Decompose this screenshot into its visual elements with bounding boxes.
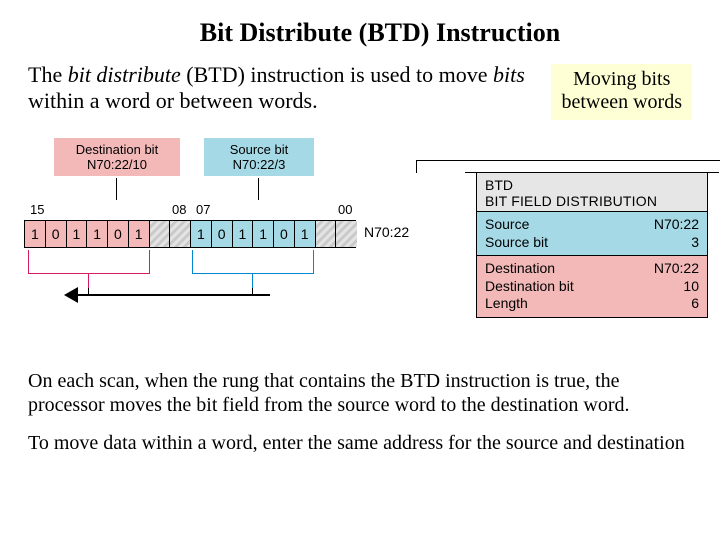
bracket-stem-src bbox=[252, 274, 253, 288]
intro-mid: (BTD) instruction is used to move bbox=[181, 62, 493, 87]
source-tag-label: Source bit bbox=[210, 142, 308, 157]
top-row: The bit distribute (BTD) instruction is … bbox=[28, 62, 692, 120]
scale-07: 07 bbox=[196, 202, 210, 217]
bit-12: 1 bbox=[87, 221, 108, 247]
bit-06: 0 bbox=[212, 221, 233, 247]
instruction-header: BTD BIT FIELD DISTRIBUTION bbox=[477, 173, 707, 211]
ladder-rung bbox=[416, 160, 720, 161]
caption-line1: Moving bits bbox=[561, 68, 682, 91]
param-source-label: Source bbox=[485, 216, 529, 234]
caption-line2: between words bbox=[561, 91, 682, 114]
bracket-dest bbox=[28, 250, 150, 274]
param-destination-label: Destination bbox=[485, 260, 555, 278]
bracket-stem-dest bbox=[88, 274, 89, 288]
param-destination: Destination N70:22 bbox=[485, 260, 699, 278]
bit-scale: 15 08 07 00 bbox=[24, 202, 384, 218]
param-source-value: N70:22 bbox=[654, 216, 699, 234]
move-arrow-head-icon bbox=[64, 287, 78, 303]
param-length-label: Length bbox=[485, 295, 528, 313]
bit-11: 0 bbox=[108, 221, 129, 247]
instr-dest-section: Destination N70:22 Destination bit 10 Le… bbox=[477, 255, 707, 317]
intro-post: within a word or between words. bbox=[28, 88, 318, 113]
diagram-area: Destination bit N70:22/10 Source bit N70… bbox=[28, 138, 692, 363]
page-title: Bit Distribute (BTD) Instruction bbox=[28, 18, 692, 48]
leader-src bbox=[258, 178, 259, 200]
leader-dest bbox=[116, 178, 117, 200]
param-source-bit-label: Source bit bbox=[485, 234, 548, 252]
param-length-value: 6 bbox=[691, 295, 699, 313]
destination-tag: Destination bit N70:22/10 bbox=[54, 138, 180, 176]
bit-08 bbox=[170, 221, 191, 247]
param-source: Source N70:22 bbox=[485, 216, 699, 234]
instr-mnemonic: BTD bbox=[485, 177, 699, 193]
destination-tag-addr: N70:22/10 bbox=[60, 157, 174, 172]
bit-03: 0 bbox=[274, 221, 295, 247]
source-tag: Source bit N70:22/3 bbox=[204, 138, 314, 176]
bit-14: 0 bbox=[46, 221, 67, 247]
bit-00 bbox=[336, 221, 357, 247]
bracket-src bbox=[192, 250, 314, 274]
bit-07: 1 bbox=[191, 221, 212, 247]
tag-boxes: Destination bit N70:22/10 Source bit N70… bbox=[24, 138, 384, 178]
scale-00: 00 bbox=[338, 202, 352, 217]
instruction-box: BTD BIT FIELD DISTRIBUTION Source N70:22… bbox=[476, 172, 708, 318]
instr-stub-left bbox=[465, 172, 477, 173]
rung-drop-left bbox=[416, 161, 417, 173]
move-arrow-shaft bbox=[74, 294, 270, 296]
param-destination-value: N70:22 bbox=[654, 260, 699, 278]
instr-source-section: Source N70:22 Source bit 3 bbox=[477, 211, 707, 255]
bit-10: 1 bbox=[129, 221, 150, 247]
instr-fullname: BIT FIELD DISTRIBUTION bbox=[485, 193, 699, 209]
intro-paragraph: The bit distribute (BTD) instruction is … bbox=[28, 62, 535, 115]
scale-15: 15 bbox=[30, 202, 44, 217]
bit-row: 1 0 1 1 0 1 1 0 1 1 0 1 bbox=[24, 220, 356, 248]
intro-em1: bit distribute bbox=[68, 62, 181, 87]
bit-09 bbox=[150, 221, 171, 247]
bit-05: 1 bbox=[233, 221, 254, 247]
caption-box: Moving bits between words bbox=[551, 64, 692, 120]
instruction-block: BTD BIT FIELD DISTRIBUTION Source N70:22… bbox=[436, 140, 708, 318]
param-source-bit-value: 3 bbox=[691, 234, 699, 252]
source-tag-addr: N70:22/3 bbox=[210, 157, 308, 172]
scale-08: 08 bbox=[172, 202, 186, 217]
paragraph-scan: On each scan, when the rung that contain… bbox=[28, 369, 692, 417]
bit-04: 1 bbox=[253, 221, 274, 247]
word-diagram: Destination bit N70:22/10 Source bit N70… bbox=[24, 138, 384, 248]
param-length: Length 6 bbox=[485, 295, 699, 313]
bit-01 bbox=[316, 221, 337, 247]
bit-15: 1 bbox=[25, 221, 46, 247]
intro-pre: The bbox=[28, 62, 68, 87]
param-destination-bit-value: 10 bbox=[683, 278, 699, 296]
param-destination-bit: Destination bit 10 bbox=[485, 278, 699, 296]
instr-stub-right bbox=[707, 172, 719, 173]
param-destination-bit-label: Destination bit bbox=[485, 278, 574, 296]
bit-13: 1 bbox=[67, 221, 88, 247]
word-label: N70:22 bbox=[364, 224, 409, 240]
param-source-bit: Source bit 3 bbox=[485, 234, 699, 252]
paragraph-within-word: To move data within a word, enter the sa… bbox=[28, 431, 692, 455]
destination-tag-label: Destination bit bbox=[60, 142, 174, 157]
bit-02: 1 bbox=[295, 221, 316, 247]
intro-em2: bits bbox=[493, 62, 525, 87]
